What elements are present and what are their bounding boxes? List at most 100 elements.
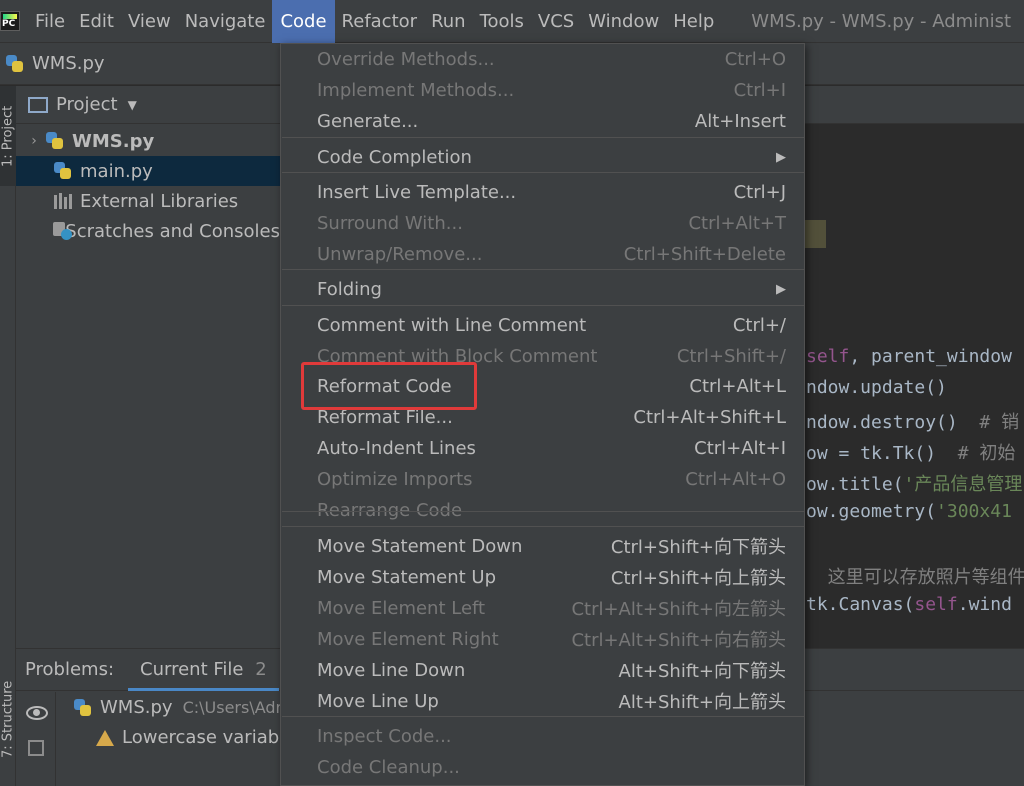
code-menu-dropdown: Override Methods... Ctrl+O Implement Metho…	[280, 43, 805, 786]
layout-icon[interactable]	[28, 740, 44, 756]
menu-item-shortcut: Alt+Shift+向上箭头	[618, 692, 786, 713]
menu-item-generate[interactable]: Generate... Alt+Insert	[281, 106, 804, 136]
code-line: tk.Canvas(self.wind	[806, 594, 1012, 615]
menu-item-label: Rearrange Code	[317, 499, 463, 521]
menu-edit[interactable]: Edit	[72, 0, 121, 43]
menu-item-folding[interactable]: Folding ▶	[281, 274, 804, 304]
menu-item-inspect-code[interactable]: Inspect Code...	[281, 721, 804, 751]
tree-item-main-py[interactable]: main.py	[16, 156, 280, 186]
chevron-right-icon[interactable]: ›	[24, 133, 44, 149]
code-token: tk.Canvas(	[806, 594, 915, 615]
menu-item-override-methods[interactable]: Override Methods... Ctrl+O	[281, 44, 804, 74]
menu-separator	[282, 526, 805, 527]
highlight-marker	[804, 220, 826, 248]
menu-item-insert-live-template[interactable]: Insert Live Template... Ctrl+J	[281, 177, 804, 207]
code-token: # 销	[979, 412, 1020, 433]
menu-item-shortcut: Ctrl+Alt+Shift+L	[633, 406, 786, 428]
tree-item-label: Scratches and Consoles	[65, 220, 280, 242]
project-folder-icon	[28, 96, 48, 113]
menu-item-move-statement-down[interactable]: Move Statement Down Ctrl+Shift+向下箭头	[281, 531, 804, 561]
menu-item-label: Move Element Left	[317, 597, 486, 619]
menu-item-move-line-up[interactable]: Move Line Up Alt+Shift+向上箭头	[281, 686, 804, 716]
menu-item-shortcut: Ctrl+Alt+L	[689, 375, 786, 397]
menu-item-label: Auto-Indent Lines	[317, 437, 476, 459]
python-file-icon	[52, 161, 74, 181]
menu-item-shortcut: Ctrl+Alt+O	[685, 468, 786, 490]
tool-tab-project[interactable]: 1: Project	[0, 86, 16, 186]
menu-item-label: Code Cleanup...	[317, 756, 460, 778]
menu-window[interactable]: Window	[581, 0, 666, 43]
menu-item-auto-indent-lines[interactable]: Auto-Indent Lines Ctrl+Alt+I	[281, 433, 804, 463]
menu-tools[interactable]: Tools	[473, 0, 531, 43]
menu-item-rearrange-code[interactable]: Rearrange Code	[281, 495, 804, 525]
menu-item-shortcut: Ctrl+O	[724, 48, 786, 70]
tab-current-file[interactable]: Current File 2	[128, 649, 279, 691]
menu-item-shortcut: Alt+Shift+向下箭头	[618, 661, 786, 682]
library-icon	[52, 191, 74, 211]
menu-item-shortcut: Alt+Insert	[694, 110, 786, 132]
problem-file-row[interactable]: WMS.py C:\Users\Adr	[72, 697, 282, 718]
menu-item-label: Folding	[317, 278, 382, 300]
menu-item-shortcut: Ctrl+I	[733, 79, 786, 101]
menu-item-comment-with-line-comment[interactable]: Comment with Line Comment Ctrl+/	[281, 310, 804, 340]
menu-item-shortcut: Ctrl+Alt+T	[688, 212, 786, 234]
code-line: ndow.update()	[806, 377, 947, 398]
python-file-icon	[72, 698, 94, 718]
menu-run[interactable]: Run	[424, 0, 473, 43]
menu-item-label: Move Line Up	[317, 690, 439, 712]
menu-item-label: Implement Methods...	[317, 79, 515, 101]
menu-vcs[interactable]: VCS	[531, 0, 581, 43]
menu-item-shortcut: Ctrl+Shift+Delete	[623, 243, 786, 265]
menu-item-code-cleanup[interactable]: Code Cleanup...	[281, 752, 804, 782]
pycharm-logo-icon: PC	[0, 11, 20, 31]
menu-item-surround-with[interactable]: Surround With... Ctrl+Alt+T	[281, 208, 804, 238]
menu-item-label: Code Completion	[317, 146, 472, 168]
menu-item-optimize-imports[interactable]: Optimize Imports Ctrl+Alt+O	[281, 464, 804, 494]
tab-current-file-label: Current File	[140, 658, 244, 680]
menu-item-move-statement-up[interactable]: Move Statement Up Ctrl+Shift+向上箭头	[281, 562, 804, 592]
problem-file-path: C:\Users\Adr	[182, 698, 283, 717]
menu-refactor[interactable]: Refactor	[335, 0, 425, 43]
tree-item-label: main.py	[80, 160, 153, 182]
highlight-box	[301, 362, 477, 410]
code-token: self	[806, 346, 850, 367]
menu-item-move-line-down[interactable]: Move Line Down Alt+Shift+向下箭头	[281, 655, 804, 685]
code-token: self	[914, 594, 958, 615]
menu-item-shortcut: Ctrl+Alt+Shift+向右箭头	[571, 630, 786, 651]
tree-item-root[interactable]: › WMS.py	[16, 126, 280, 156]
menu-item-move-element-left[interactable]: Move Element Left Ctrl+Alt+Shift+向左箭头	[281, 593, 804, 623]
window-title: WMS.py - WMS.py - Administ	[751, 10, 1012, 32]
tool-tab-structure[interactable]: 7: Structure	[0, 664, 16, 774]
menu-view[interactable]: View	[121, 0, 178, 43]
code-token: '300x41	[936, 501, 1012, 522]
menu-item-unwrap-remove[interactable]: Unwrap/Remove... Ctrl+Shift+Delete	[281, 239, 804, 269]
menu-separator	[282, 172, 805, 173]
menu-item-shortcut: Ctrl+J	[733, 181, 786, 203]
menu-item-shortcut: Ctrl+Alt+Shift+向左箭头	[571, 599, 786, 620]
menu-navigate[interactable]: Navigate	[178, 0, 273, 43]
tree-item-scratches[interactable]: Scratches and Consoles	[16, 216, 280, 246]
code-line: ndow.destroy() # 销	[806, 408, 1019, 434]
code-token: ow.geometry(	[806, 501, 937, 522]
menu-separator	[282, 137, 805, 138]
code-token: 这里可以存放照片等组件	[806, 567, 1024, 588]
project-view-selector[interactable]: Project ▼	[16, 86, 280, 124]
menu-code[interactable]: Code	[272, 0, 335, 43]
menu-item-code-completion[interactable]: Code Completion ▶	[281, 142, 804, 172]
python-file-icon	[4, 54, 26, 74]
problem-file-label: WMS.py	[100, 697, 173, 718]
tree-item-external-libraries[interactable]: External Libraries	[16, 186, 280, 216]
menu-item-label: Optimize Imports	[317, 468, 473, 490]
problem-item[interactable]: Lowercase variable	[96, 727, 295, 748]
project-panel: Project ▼ › WMS.py main.py External Libr…	[16, 86, 280, 648]
breadcrumb-file[interactable]: WMS.py	[4, 53, 105, 74]
warning-icon	[96, 729, 114, 746]
menu-item-move-element-right[interactable]: Move Element Right Ctrl+Alt+Shift+向右箭头	[281, 624, 804, 654]
code-token: .wind	[957, 594, 1012, 615]
menu-item-implement-methods[interactable]: Implement Methods... Ctrl+I	[281, 75, 804, 105]
menu-help[interactable]: Help	[666, 0, 721, 43]
eye-icon[interactable]	[26, 706, 48, 720]
menu-file[interactable]: File	[28, 0, 72, 43]
menu-bar: PC File Edit View Navigate Code Refactor…	[0, 0, 1024, 43]
menu-item-label: Move Statement Up	[317, 566, 497, 588]
